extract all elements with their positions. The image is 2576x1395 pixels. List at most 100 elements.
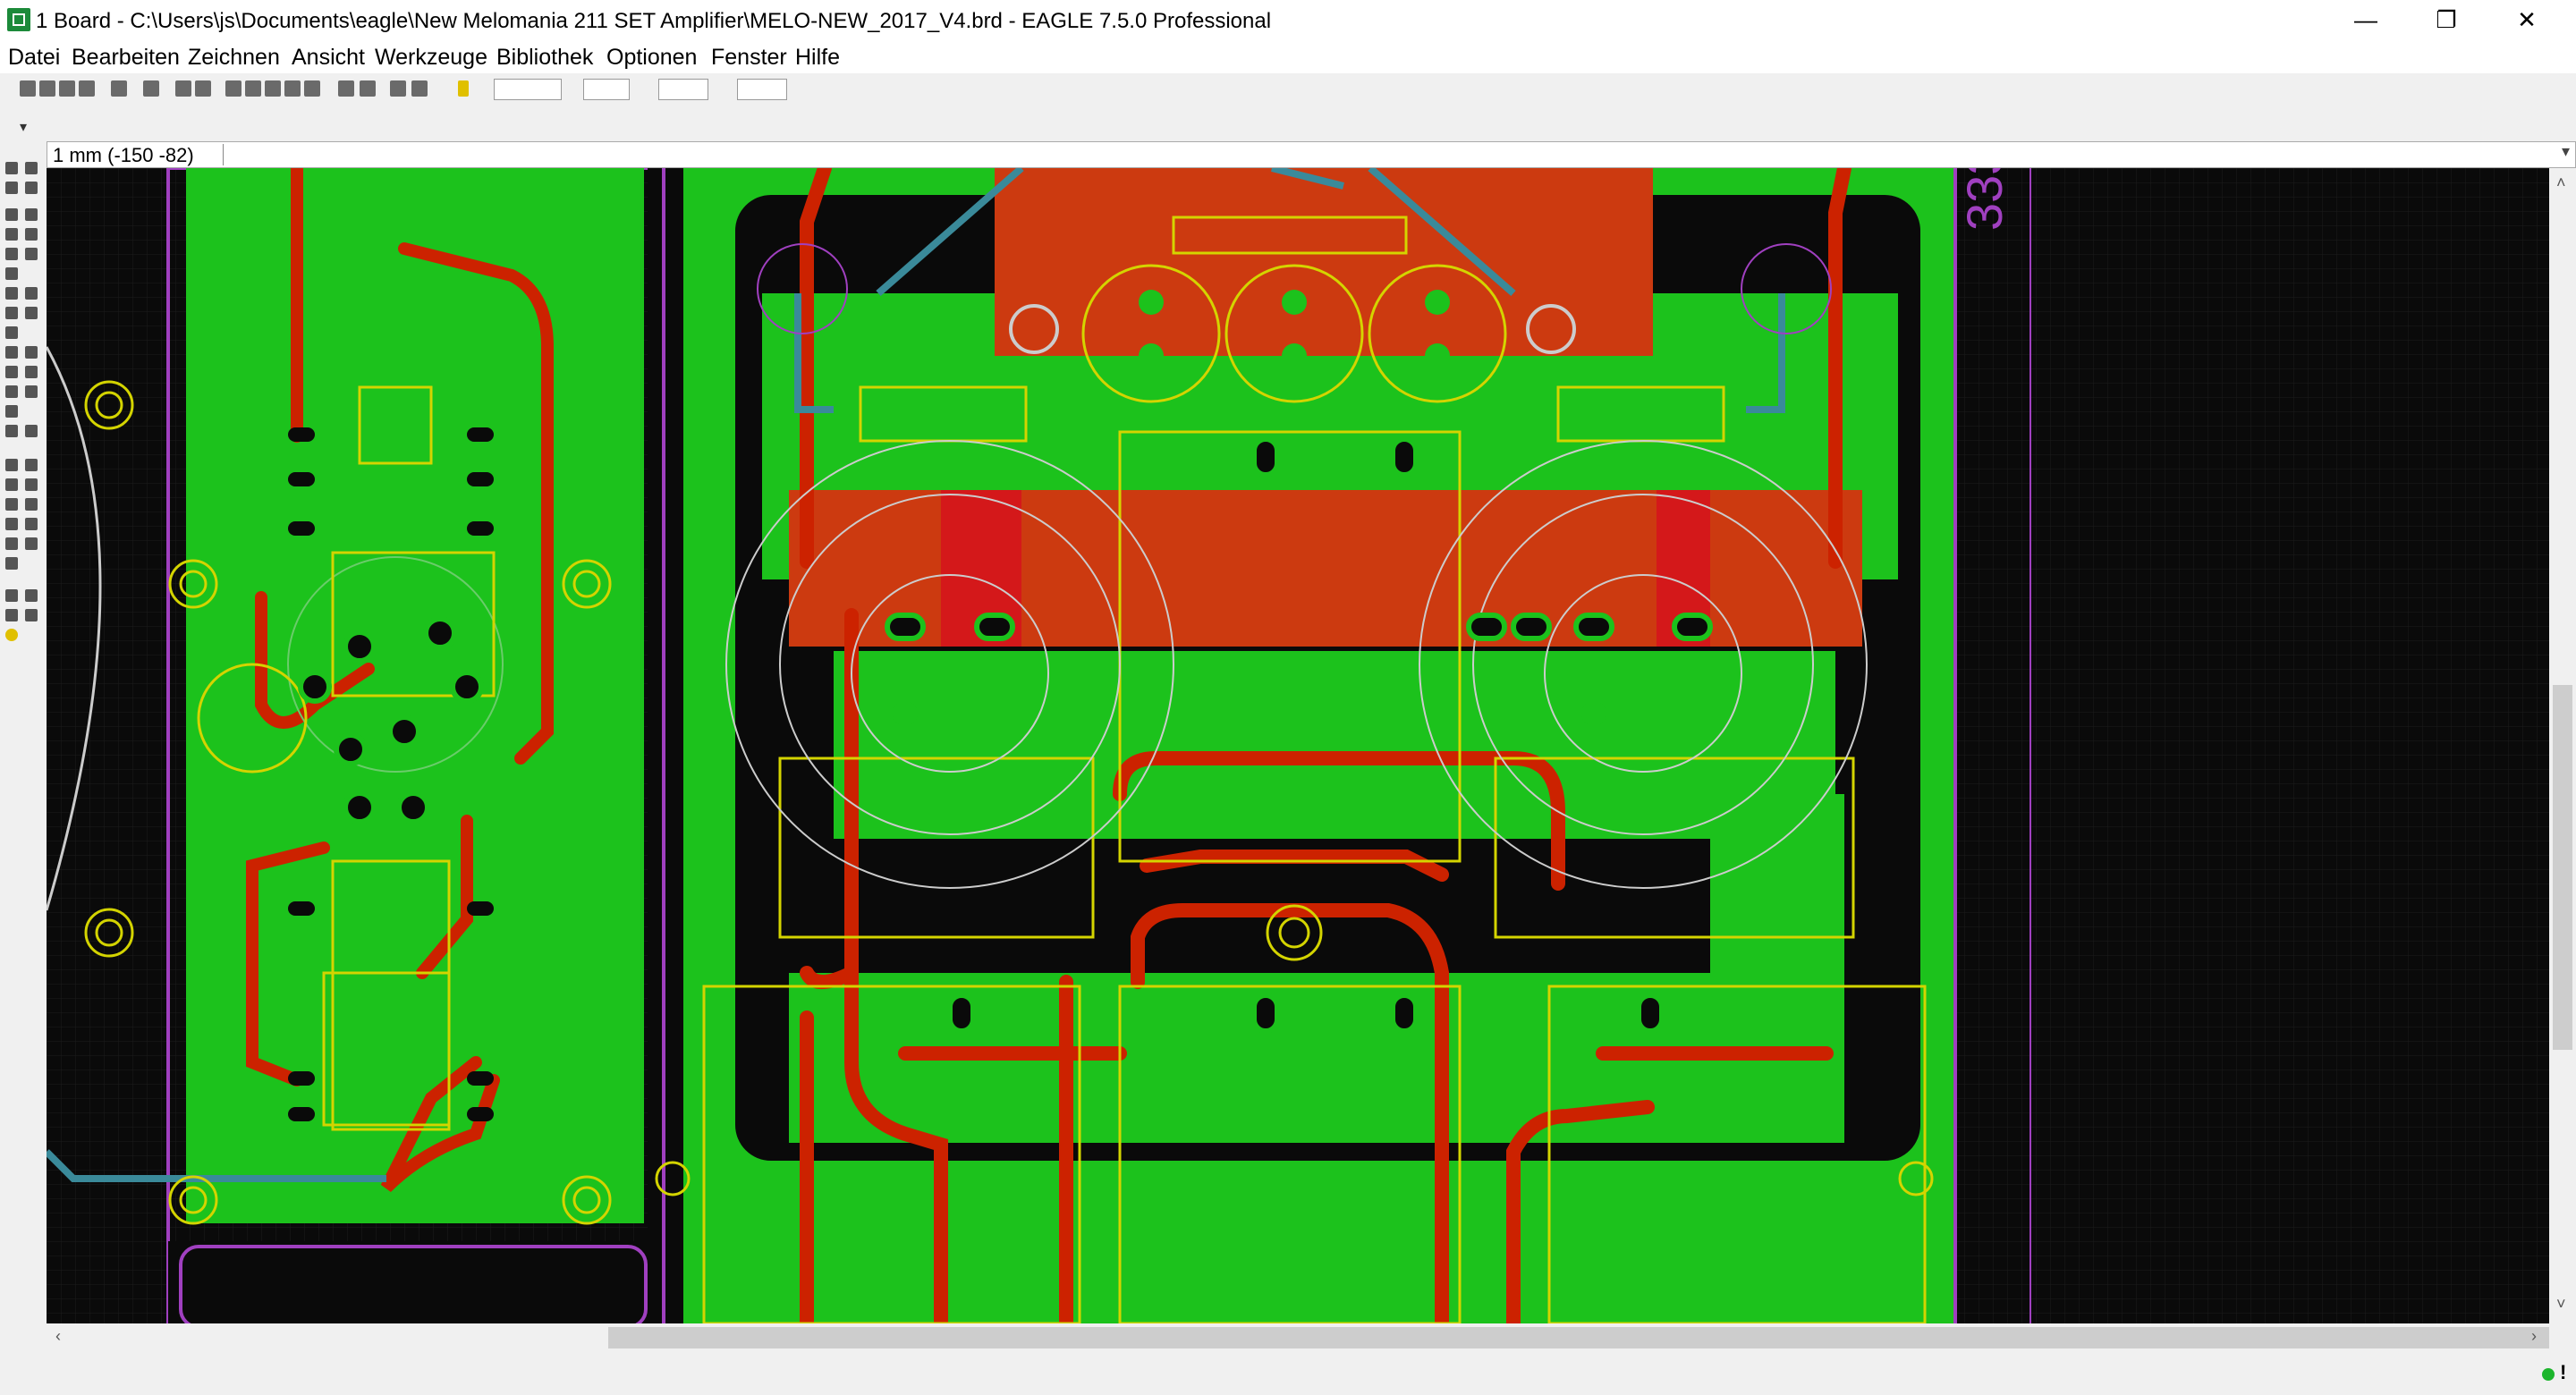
- warning-icon[interactable]: [5, 629, 18, 641]
- menu-bearbeiten[interactable]: Bearbeiten: [72, 45, 180, 71]
- pcb-drawing: 333: [47, 168, 2549, 1323]
- delete-icon[interactable]: [5, 287, 18, 300]
- scroll-down-icon[interactable]: ˅: [2556, 1295, 2566, 1314]
- mirror-icon[interactable]: [5, 228, 18, 241]
- rect-icon[interactable]: [5, 498, 18, 511]
- status-ok-icon: [2542, 1368, 2555, 1381]
- command-input[interactable]: [232, 144, 2543, 165]
- menu-hilfe[interactable]: Hilfe: [795, 45, 840, 71]
- circle-icon[interactable]: [5, 478, 18, 491]
- print-icon[interactable]: [59, 80, 75, 97]
- ratsnest-icon[interactable]: [5, 589, 18, 602]
- paste-icon[interactable]: [5, 267, 18, 280]
- undo-icon[interactable]: [338, 80, 354, 97]
- name-icon[interactable]: [5, 307, 18, 319]
- display-icon[interactable]: [5, 182, 18, 194]
- vertical-scroll-thumb[interactable]: [2553, 685, 2572, 1050]
- text-icon[interactable]: [25, 459, 38, 471]
- menu-bibliothek[interactable]: Bibliothek: [496, 45, 593, 71]
- drc-icon[interactable]: [25, 589, 38, 602]
- hole-icon[interactable]: [5, 537, 18, 550]
- horizontal-scroll-thumb[interactable]: [608, 1327, 2549, 1348]
- command-palette: [0, 156, 47, 1323]
- route-icon[interactable]: [5, 385, 18, 398]
- open-icon[interactable]: [20, 80, 36, 97]
- autorouter-icon[interactable]: [25, 425, 38, 437]
- wire-icon[interactable]: [5, 405, 18, 418]
- scroll-up-icon[interactable]: ˄: [2556, 173, 2566, 192]
- script-icon[interactable]: [111, 80, 127, 97]
- design-link-button[interactable]: [583, 79, 630, 100]
- zoom-in-icon[interactable]: [245, 80, 261, 97]
- dimension-icon[interactable]: [5, 557, 18, 570]
- value-icon[interactable]: [25, 307, 38, 319]
- go-icon[interactable]: [411, 80, 428, 97]
- add-icon[interactable]: [25, 287, 38, 300]
- polygon-icon[interactable]: [25, 498, 38, 511]
- zoom-redraw-icon[interactable]: [284, 80, 301, 97]
- pcb-service-button[interactable]: [494, 79, 562, 100]
- line-icon[interactable]: [5, 459, 18, 471]
- menu-werkzeuge[interactable]: Werkzeuge: [375, 45, 487, 71]
- zoom-fit-icon[interactable]: [225, 80, 242, 97]
- layer-icon[interactable]: [175, 80, 191, 97]
- restore-button[interactable]: ❐: [2406, 0, 2487, 41]
- info-icon[interactable]: [5, 162, 18, 174]
- menu-zeichnen[interactable]: Zeichnen: [188, 45, 280, 71]
- command-history-dropdown-icon[interactable]: ▾: [2562, 142, 2570, 161]
- board-label: 333: [1956, 168, 2012, 231]
- mark-icon[interactable]: [25, 182, 38, 194]
- miter-icon[interactable]: [25, 346, 38, 359]
- signal-icon[interactable]: [5, 425, 18, 437]
- command-line: 1 mm (-150 -82) ▾: [47, 141, 2576, 168]
- title-bar: 1 Board - C:\Users\js\Documents\eagle\Ne…: [0, 0, 2576, 41]
- lock-icon[interactable]: [5, 326, 18, 339]
- rotate-icon[interactable]: [25, 228, 38, 241]
- attribute-icon[interactable]: [25, 537, 38, 550]
- smash-icon[interactable]: [5, 346, 18, 359]
- horizontal-scrollbar[interactable]: ‹ ›: [47, 1323, 2549, 1352]
- stop-icon[interactable]: [390, 80, 406, 97]
- vertical-scrollbar[interactable]: ˄ ˅: [2549, 168, 2576, 1323]
- parameter-dropdown-icon[interactable]: ▾: [20, 118, 27, 136]
- autoplace-icon[interactable]: [25, 609, 38, 621]
- idf-export-button[interactable]: [737, 79, 787, 100]
- change-icon[interactable]: [25, 248, 38, 260]
- menu-fenster[interactable]: Fenster: [711, 45, 787, 71]
- signal-line-icon[interactable]: [25, 518, 38, 530]
- optimize-icon[interactable]: [25, 366, 38, 378]
- split-icon[interactable]: [5, 366, 18, 378]
- group-icon[interactable]: [5, 248, 18, 260]
- save-icon[interactable]: [39, 80, 55, 97]
- board-canvas[interactable]: 333: [47, 168, 2549, 1323]
- cam-icon[interactable]: [79, 80, 95, 97]
- coordinate-readout: 1 mm (-150 -82): [53, 144, 194, 166]
- pcb-quote-button[interactable]: [658, 79, 708, 100]
- close-button[interactable]: ✕: [2487, 0, 2567, 41]
- redo-icon[interactable]: [360, 80, 376, 97]
- show-icon[interactable]: [25, 162, 38, 174]
- layer-visible-icon[interactable]: [195, 80, 211, 97]
- main-toolbar: [0, 73, 2576, 109]
- via-icon[interactable]: [5, 518, 18, 530]
- scroll-right-icon[interactable]: ›: [2531, 1327, 2537, 1346]
- minimize-button[interactable]: —: [2326, 0, 2406, 41]
- status-stop-icon[interactable]: !: [2560, 1361, 2566, 1384]
- scroll-left-icon[interactable]: ‹: [55, 1327, 61, 1346]
- ulp-icon[interactable]: [143, 80, 159, 97]
- help-icon[interactable]: [458, 80, 469, 97]
- move-icon[interactable]: [5, 208, 18, 221]
- copy-icon[interactable]: [25, 208, 38, 221]
- parameter-toolbar: ▾: [0, 109, 2576, 141]
- eagle-app-icon: [7, 8, 30, 31]
- zoom-select-icon[interactable]: [304, 80, 320, 97]
- menu-optionen[interactable]: Optionen: [606, 45, 697, 71]
- menu-datei[interactable]: Datei: [8, 45, 60, 71]
- status-bar: !: [0, 1352, 2576, 1395]
- errors-icon[interactable]: [5, 609, 18, 621]
- zoom-out-icon[interactable]: [265, 80, 281, 97]
- ripup-icon[interactable]: [25, 385, 38, 398]
- menu-ansicht[interactable]: Ansicht: [292, 45, 365, 71]
- arc-icon[interactable]: [25, 478, 38, 491]
- copper-polygon-top: [995, 168, 1653, 356]
